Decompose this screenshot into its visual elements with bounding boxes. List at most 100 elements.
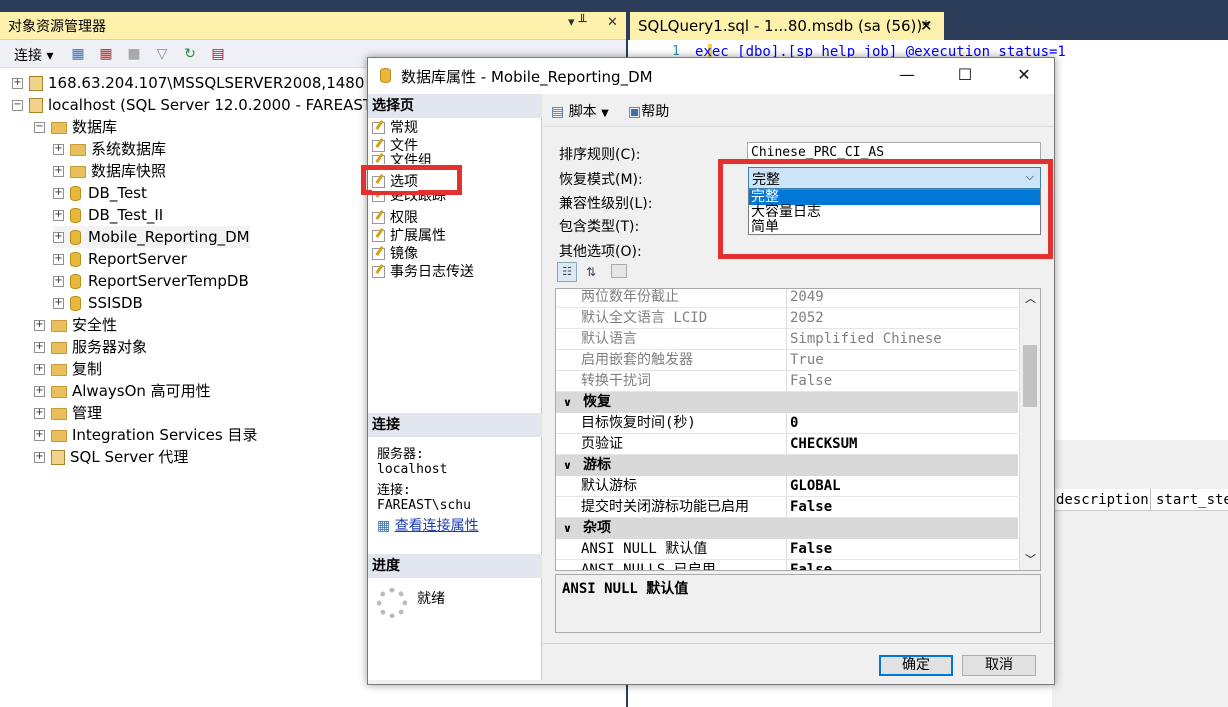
tree-node[interactable]: + ReportServerTempDB — [53, 270, 249, 292]
expand-icon[interactable]: + — [34, 386, 45, 397]
tree-node[interactable]: + 安全性 — [34, 314, 117, 336]
tree-node[interactable]: +168.63.204.107\MSSQLSERVER2008,1480 (S — [12, 72, 385, 94]
filter-icon[interactable]: ▽ — [152, 44, 172, 64]
property-category[interactable]: ∨ 恢复 — [556, 392, 1018, 413]
expand-icon[interactable]: + — [53, 298, 64, 309]
stop-icon[interactable]: ■ — [124, 44, 144, 64]
close-button[interactable]: ✕ — [1013, 64, 1035, 86]
expand-icon[interactable]: + — [34, 430, 45, 441]
connect-dropdown[interactable]: 连接 ▾ — [14, 45, 53, 65]
property-category[interactable]: ∨ 游标 — [556, 455, 1018, 476]
tree-node[interactable]: + Integration Services 目录 — [34, 424, 257, 446]
expand-icon[interactable]: + — [53, 144, 64, 155]
tree-node[interactable]: + 复制 — [34, 358, 102, 380]
page-options[interactable]: 选项 — [372, 173, 418, 191]
refresh-icon[interactable]: ↻ — [180, 44, 200, 64]
grid-column-description[interactable]: description — [1056, 489, 1149, 511]
connect-icon[interactable]: ▦ — [68, 44, 88, 64]
tree-node[interactable]: − 数据库 — [34, 116, 117, 138]
property-row[interactable]: 转换干扰词 False — [556, 371, 1018, 392]
property-category[interactable]: ∨ 杂项 — [556, 518, 1018, 539]
expand-icon[interactable]: + — [34, 408, 45, 419]
expand-icon[interactable]: + — [34, 364, 45, 375]
pin-icon[interactable]: ▾ ╨ — [568, 15, 586, 30]
property-value[interactable]: False — [790, 560, 832, 570]
property-value[interactable]: 0 — [790, 413, 798, 434]
tree-node[interactable]: + 管理 — [34, 402, 102, 424]
script-dropdown-icon[interactable]: ▼ — [601, 108, 609, 119]
tree-node[interactable]: + AlwaysOn 高可用性 — [34, 380, 211, 402]
script-button[interactable]: ▤ 脚本 ▼ — [551, 101, 609, 121]
property-value[interactable]: Simplified Chinese — [790, 329, 942, 350]
disconnect-icon[interactable]: ▦ — [96, 44, 116, 64]
page-log-shipping[interactable]: 事务日志传送 — [372, 263, 474, 281]
property-value[interactable]: GLOBAL — [790, 476, 841, 497]
property-row[interactable]: 启用嵌套的触发器 True — [556, 350, 1018, 371]
property-value[interactable]: True — [790, 350, 824, 371]
property-row[interactable]: 默认全文语言 LCID 2052 — [556, 308, 1018, 329]
property-row[interactable]: 默认语言 Simplified Chinese — [556, 329, 1018, 350]
tree-node[interactable]: + Mobile_Reporting_DM — [53, 226, 250, 248]
scroll-up-icon[interactable]: ︿ — [1025, 290, 1036, 306]
expand-icon[interactable]: + — [53, 276, 64, 287]
expand-icon[interactable]: + — [53, 188, 64, 199]
tree-node[interactable]: + DB_Test — [53, 182, 147, 204]
activity-monitor-icon[interactable]: ▤ — [208, 44, 228, 64]
grid-scrollbar[interactable]: ︿ ﹀ — [1019, 289, 1040, 570]
property-row[interactable]: 默认游标 GLOBAL — [556, 476, 1018, 497]
categorized-icon[interactable]: ☷ — [557, 262, 577, 282]
page-mirroring[interactable]: 镜像 — [372, 245, 418, 263]
collapse-category-icon[interactable]: ∨ — [563, 518, 572, 539]
close-panel-button[interactable]: ✕ — [607, 15, 618, 30]
help-button[interactable]: ▣帮助 — [628, 101, 669, 121]
view-connection-properties[interactable]: ▦ 查看连接属性 — [377, 518, 479, 534]
page-extended-properties[interactable]: 扩展属性 — [372, 227, 446, 245]
property-row[interactable]: 提交时关闭游标功能已启用 False — [556, 497, 1018, 518]
expand-icon[interactable]: + — [12, 78, 23, 89]
tree-node[interactable]: + SSISDB — [53, 292, 143, 314]
expand-icon[interactable]: + — [53, 232, 64, 243]
property-value[interactable]: False — [790, 371, 832, 392]
collapse-category-icon[interactable]: ∨ — [563, 392, 572, 413]
alphabetical-icon[interactable]: ⇅ — [581, 262, 601, 282]
tree-node[interactable]: + 服务器对象 — [34, 336, 147, 358]
property-pages-icon[interactable] — [611, 264, 627, 278]
tree-node[interactable]: − localhost (SQL Server 12.0.2000 - FAREA… — [12, 94, 377, 116]
cancel-button[interactable]: 取消 — [962, 655, 1036, 676]
page-general[interactable]: 常规 — [372, 119, 418, 137]
tab-close-icon[interactable]: ✕ — [920, 12, 933, 40]
tree-node[interactable]: + 系统数据库 — [53, 138, 166, 160]
collapse-icon[interactable]: − — [34, 122, 45, 133]
tree-node[interactable]: + DB_Test_II — [53, 204, 163, 226]
page-permissions[interactable]: 权限 — [372, 209, 418, 227]
tab-sqlquery1[interactable]: SQLQuery1.sql - 1...80.msdb (sa (56))* ✕ — [630, 12, 944, 40]
expand-icon[interactable]: + — [53, 210, 64, 221]
property-value[interactable]: CHECKSUM — [790, 434, 857, 455]
collapse-icon[interactable]: − — [12, 100, 23, 111]
grid-column-start-step[interactable]: start_ste — [1156, 489, 1228, 511]
ok-button[interactable]: 确定 — [879, 655, 953, 676]
property-value[interactable]: 2049 — [790, 289, 824, 308]
property-row[interactable]: ANSI NULLS 已启用 False — [556, 560, 1018, 570]
property-value[interactable]: 2052 — [790, 308, 824, 329]
page-filegroups[interactable]: 文件组 — [372, 152, 432, 164]
property-row[interactable]: 目标恢复时间(秒) 0 — [556, 413, 1018, 434]
property-value[interactable]: False — [790, 539, 832, 560]
expand-icon[interactable]: + — [53, 254, 64, 265]
expand-icon[interactable]: + — [34, 452, 45, 463]
tree-node[interactable]: + 数据库快照 — [53, 160, 166, 182]
scroll-thumb[interactable] — [1023, 345, 1037, 407]
expand-icon[interactable]: + — [53, 166, 64, 177]
property-row[interactable]: ANSI NULL 默认值 False — [556, 539, 1018, 560]
tree-node[interactable]: + ReportServer — [53, 248, 187, 270]
expand-icon[interactable]: + — [34, 320, 45, 331]
view-connection-link[interactable]: 查看连接属性 — [395, 518, 479, 534]
maximize-button[interactable]: ☐ — [954, 64, 976, 86]
property-value[interactable]: False — [790, 497, 832, 518]
tree-node[interactable]: + SQL Server 代理 — [34, 446, 188, 468]
scroll-down-icon[interactable]: ﹀ — [1025, 551, 1036, 567]
collapse-category-icon[interactable]: ∨ — [563, 455, 572, 476]
expand-icon[interactable]: + — [34, 342, 45, 353]
minimize-button[interactable]: — — [896, 64, 918, 86]
property-row[interactable]: 两位数年份截止 2049 — [556, 289, 1018, 308]
